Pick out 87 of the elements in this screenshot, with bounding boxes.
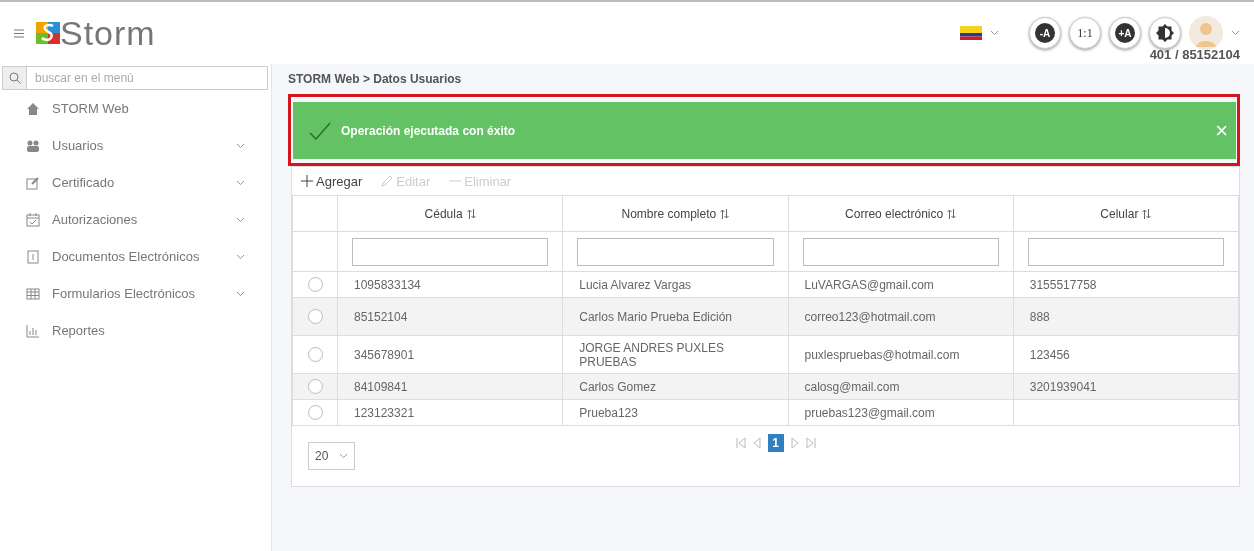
filter-field[interactable] (352, 237, 549, 266)
font-size-button[interactable]: +A (1109, 17, 1141, 49)
contrast-icon (1155, 23, 1175, 43)
page-button[interactable]: 1 (767, 434, 784, 452)
table-cell: 85152104 (354, 309, 408, 324)
row-radio[interactable] (307, 347, 323, 362)
chevron-down-icon (236, 216, 245, 223)
sidebar-item[interactable]: Reportes (0, 312, 271, 349)
row-radio[interactable] (307, 405, 323, 420)
table-cell-text: JORGE ANDRES PUXLES PRUEBAS (579, 340, 725, 369)
table-icon (26, 286, 40, 301)
column-title: Nombre completo (621, 206, 717, 221)
breadcrumb: STORM Web > Datos Usuarios (288, 71, 463, 88)
logo: Storm (60, 13, 156, 53)
filter-field[interactable] (577, 237, 774, 266)
table-cell: 888 (1029, 309, 1050, 324)
sidebar-item[interactable]: Formularios Electrónicos (0, 275, 271, 312)
sidebar-item[interactable]: Certificado (0, 164, 271, 201)
search-icon (8, 72, 21, 84)
dropdown-caret-icon (1231, 30, 1240, 36)
table-cell: 123456 (1029, 347, 1070, 362)
table-cell: 84109841 (354, 379, 408, 394)
chevron-down-icon (236, 290, 245, 297)
sort-icon[interactable] (720, 208, 730, 219)
menu-search-field[interactable]: buscar en el menú (27, 66, 268, 90)
menu-icon[interactable] (14, 28, 24, 38)
table-cell: Prueba123 (579, 405, 638, 420)
chevron-down-icon (236, 179, 245, 186)
sort-icon[interactable] (947, 208, 957, 219)
table-cell: correo123@hotmail.com (804, 309, 936, 324)
sidebar-item[interactable]: Autorizaciones (0, 201, 271, 238)
column-header[interactable]: Celular (1013, 195, 1239, 232)
column-title: Celular (1100, 206, 1139, 221)
table-cell: 1095833134 (354, 277, 421, 292)
column-header[interactable]: Nombre completo (562, 195, 788, 232)
check-icon (309, 121, 331, 140)
zoom-reset-button[interactable]: 1:1 (1069, 17, 1101, 49)
calendar-icon (26, 212, 40, 227)
last-page-icon[interactable] (805, 437, 816, 449)
font-size-button[interactable]: -A (1029, 17, 1061, 49)
previous-page-icon[interactable] (751, 437, 762, 449)
sidebar-item[interactable]: Documentos Electrónicos (0, 238, 271, 275)
home-icon (26, 101, 40, 116)
bar-chart-icon (26, 323, 40, 338)
column-title: Cédula (424, 206, 463, 221)
sort-icon[interactable] (1142, 208, 1152, 219)
filter-field[interactable] (802, 237, 999, 266)
first-page-icon[interactable] (735, 437, 746, 449)
toolbar-button[interactable]: Agregar (300, 173, 363, 189)
dropdown-caret-icon (990, 30, 999, 36)
table-cell: calosg@mail.com (804, 379, 900, 394)
plus-icon (300, 174, 314, 188)
row-radio[interactable] (307, 379, 323, 394)
alert-message: Operación ejecutada con éxito (341, 123, 516, 138)
users-icon (26, 138, 40, 153)
contrast-button[interactable] (1149, 17, 1181, 49)
table-cell: pruebas123@gmail.com (804, 405, 935, 420)
chevron-down-icon (339, 453, 348, 459)
pencil-icon (380, 174, 395, 188)
edit-icon (26, 175, 40, 190)
row-radio[interactable] (307, 277, 323, 292)
table-cell: 3201939041 (1029, 379, 1097, 394)
column-title: Correo electrónico (845, 206, 944, 221)
chevron-down-icon (236, 142, 245, 149)
sidebar-item[interactable]: STORM Web (0, 90, 271, 127)
table-cell: puxlespruebas@hotmail.com (804, 347, 960, 362)
chevron-down-icon (236, 253, 245, 260)
table-cell: Lucia Alvarez Vargas (579, 277, 692, 292)
filter-field[interactable] (1027, 237, 1224, 266)
flag-icon (960, 26, 982, 40)
table-cell: 345678901 (354, 347, 415, 362)
column-header[interactable]: Correo electrónico (788, 195, 1014, 232)
page-size-select[interactable]: 20 (308, 442, 355, 470)
column-header[interactable]: Cédula (337, 195, 563, 232)
row-radio[interactable] (307, 309, 323, 324)
avatar[interactable] (1189, 16, 1223, 50)
sort-icon[interactable] (466, 208, 476, 219)
table-cell: Carlos Mario Prueba Edición (579, 309, 732, 324)
table-cell: 123123321 (354, 405, 415, 420)
table-cell: 3155517758 (1029, 277, 1097, 292)
table-cell: Carlos Gomez (579, 379, 656, 394)
sidebar-item[interactable]: Usuarios (0, 127, 271, 164)
logo-icon (36, 22, 60, 44)
user-code: 401 / 85152104 (1149, 47, 1240, 62)
next-page-icon[interactable] (789, 437, 800, 449)
document-icon (26, 249, 40, 264)
table-cell: LuVARGAS@gmail.com (804, 277, 934, 292)
